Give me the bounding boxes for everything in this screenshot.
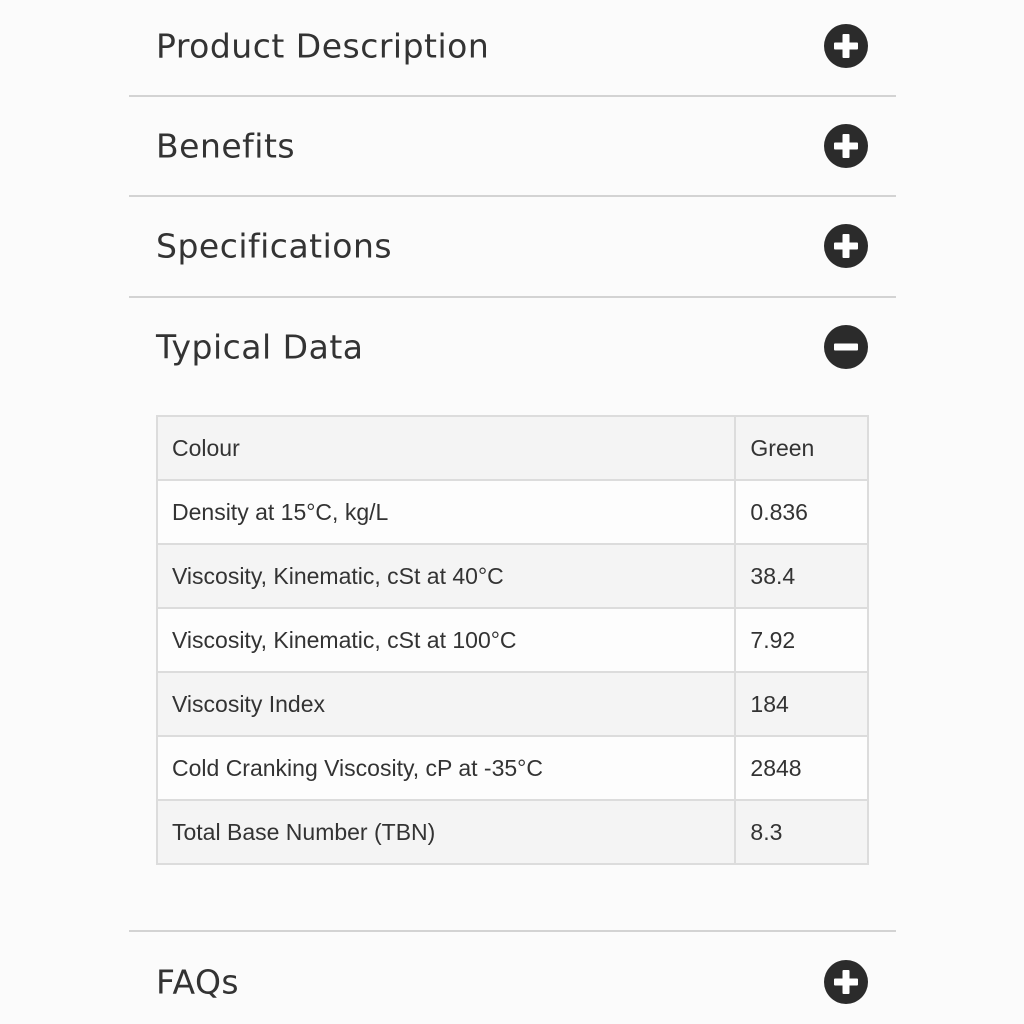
value-cell: 0.836	[734, 479, 869, 545]
value-cell: 38.4	[734, 543, 869, 609]
section-title: Benefits	[156, 126, 296, 166]
plus-circle-icon[interactable]	[824, 960, 868, 1004]
table-row: Cold Cranking Viscosity, cP at -35°C 284…	[155, 735, 869, 801]
section-title: Specifications	[156, 226, 393, 266]
table-row: Viscosity Index 184	[155, 671, 869, 737]
property-cell: Density at 15°C, kg/L	[155, 479, 737, 545]
table-row: Viscosity, Kinematic, cSt at 40°C 38.4	[155, 543, 869, 609]
table-row: Colour Green	[155, 415, 869, 481]
value-cell: Green	[734, 415, 869, 481]
table-row: Total Base Number (TBN) 8.3	[155, 799, 869, 865]
plus-circle-icon[interactable]	[824, 24, 868, 68]
plus-circle-icon[interactable]	[824, 124, 868, 168]
property-cell: Cold Cranking Viscosity, cP at -35°C	[155, 735, 737, 801]
value-cell: 8.3	[734, 799, 869, 865]
accordion-header-typical-data[interactable]: Typical Data	[129, 297, 896, 397]
property-cell: Viscosity Index	[155, 671, 737, 737]
plus-circle-icon[interactable]	[824, 224, 868, 268]
property-cell: Total Base Number (TBN)	[155, 799, 737, 865]
accordion-header-faqs[interactable]: FAQs	[129, 932, 896, 1024]
section-title: Typical Data	[156, 327, 364, 367]
table-row: Viscosity, Kinematic, cSt at 100°C 7.92	[155, 607, 869, 673]
property-cell: Viscosity, Kinematic, cSt at 40°C	[155, 543, 737, 609]
section-title: FAQs	[156, 962, 240, 1002]
accordion-header-benefits[interactable]: Benefits	[129, 96, 896, 196]
accordion-header-specifications[interactable]: Specifications	[129, 196, 896, 296]
section-title: Product Description	[156, 26, 490, 66]
table-row: Density at 15°C, kg/L 0.836	[155, 479, 869, 545]
minus-circle-icon[interactable]	[824, 325, 868, 369]
value-cell: 2848	[734, 735, 869, 801]
value-cell: 7.92	[734, 607, 869, 673]
value-cell: 184	[734, 671, 869, 737]
property-cell: Colour	[155, 415, 737, 481]
accordion-header-product-description[interactable]: Product Description	[129, 0, 896, 96]
typical-data-table: Colour Green Density at 15°C, kg/L 0.836…	[155, 415, 869, 865]
property-cell: Viscosity, Kinematic, cSt at 100°C	[155, 607, 737, 673]
